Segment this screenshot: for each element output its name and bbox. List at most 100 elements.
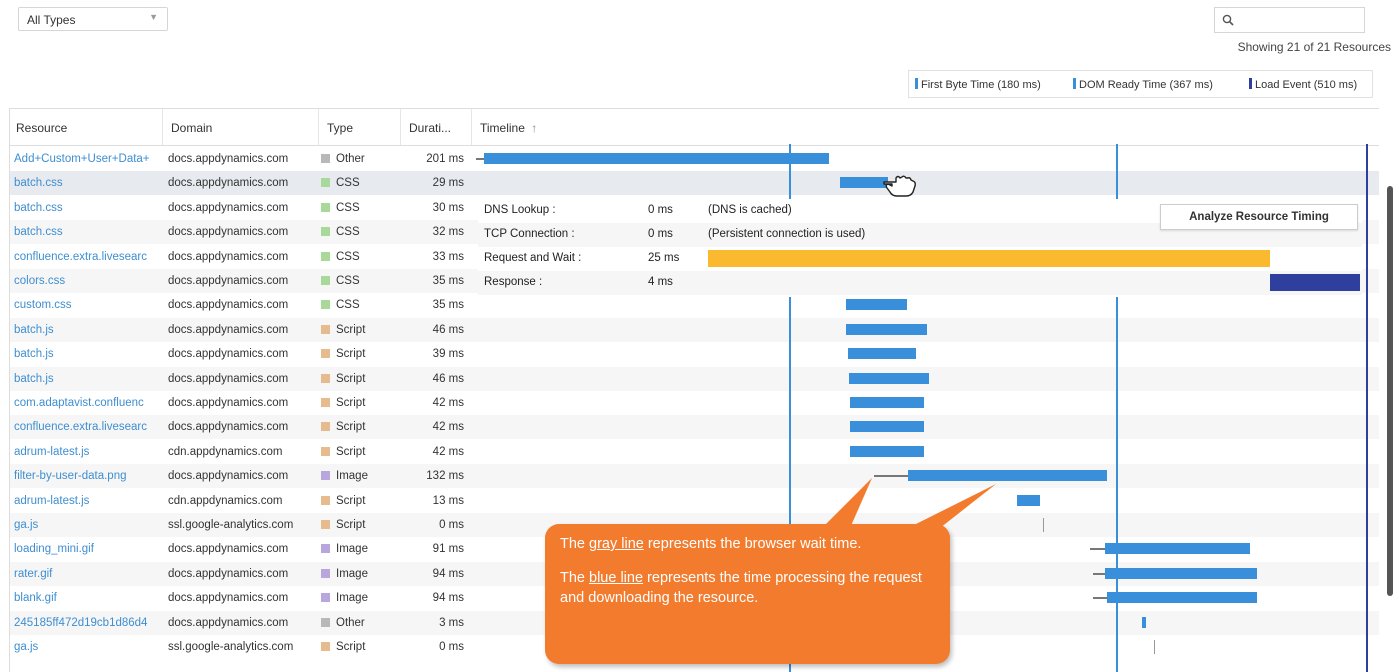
blue-line-link: blue line xyxy=(589,570,644,586)
table-row[interactable]: batch.js docs.appdynamics.com Script 39 ms xyxy=(10,342,1379,366)
type-cell: Script xyxy=(321,318,401,342)
column-header-domain[interactable]: Domain xyxy=(162,109,316,145)
column-header-timeline[interactable]: Timeline ↑ xyxy=(471,109,1379,145)
column-header-duration[interactable]: Durati... xyxy=(400,109,470,145)
analyze-resource-timing-button[interactable]: Analyze Resource Timing xyxy=(1160,204,1358,230)
resource-link[interactable]: batch.js xyxy=(14,342,164,366)
duration-cell: 0 ms xyxy=(439,519,464,531)
resource-link[interactable]: batch.js xyxy=(14,367,164,391)
timing-row-response: Response : 4 ms xyxy=(478,271,1362,295)
timing-label: Request and Wait : xyxy=(484,252,582,264)
legend-label: Load Event (510 ms) xyxy=(1255,79,1358,91)
duration-cell: 94 ms xyxy=(432,567,464,580)
timing-label: DNS Lookup : xyxy=(484,204,556,216)
type-label: Script xyxy=(336,445,366,458)
timeline-bar[interactable] xyxy=(846,323,927,335)
table-row[interactable]: batch.js docs.appdynamics.com Script 46 ms xyxy=(10,317,1379,342)
resource-link[interactable]: confluence.extra.livesearc xyxy=(14,245,164,269)
hand-pointer-icon xyxy=(883,175,916,197)
timeline-bar[interactable] xyxy=(1017,494,1040,506)
duration-cell: 46 ms xyxy=(432,372,464,385)
type-swatch xyxy=(321,276,330,285)
legend-swatch xyxy=(915,78,918,89)
resource-link[interactable]: 245185ff472d19cb1d86d4 xyxy=(14,611,164,635)
resource-link[interactable]: custom.css xyxy=(14,293,164,317)
request-wait-bar xyxy=(708,250,1270,267)
resource-link[interactable]: loading_mini.gif xyxy=(14,537,164,561)
resource-link[interactable]: batch.css xyxy=(14,196,164,220)
timeline-bar[interactable] xyxy=(848,348,916,360)
resource-link[interactable]: adrum-latest.js xyxy=(14,440,164,464)
type-cell: Image xyxy=(321,562,401,586)
type-label: Script xyxy=(336,421,366,434)
timeline-bar[interactable] xyxy=(840,177,888,189)
timeline-bar[interactable] xyxy=(1105,543,1250,555)
domain-cell: docs.appdynamics.com xyxy=(168,616,289,629)
table-row[interactable]: filter-by-user-data.png docs.appdynamics.… xyxy=(10,464,1379,489)
timeline-bar[interactable] xyxy=(850,445,924,457)
resource-link[interactable]: batch.css xyxy=(14,220,164,244)
resource-link[interactable]: filter-by-user-data.png xyxy=(14,464,164,488)
timeline-bar[interactable] xyxy=(1043,518,1044,532)
legend-swatch xyxy=(1249,78,1252,89)
type-cell: Script xyxy=(321,440,401,464)
type-cell: Image xyxy=(321,537,401,561)
timeline-bar[interactable] xyxy=(850,421,924,433)
resource-link[interactable]: batch.css xyxy=(14,171,164,195)
type-swatch xyxy=(321,593,330,603)
resource-link[interactable]: ga.js xyxy=(14,513,164,537)
domain-cell: ssl.google-analytics.com xyxy=(168,519,294,531)
duration-cell: 13 ms xyxy=(432,494,464,507)
domain-cell: docs.appdynamics.com xyxy=(168,397,289,409)
table-row[interactable]: adrum-latest.js cdn.appdynamics.com Script… xyxy=(10,440,1379,464)
resource-link[interactable]: colors.css xyxy=(14,269,164,293)
domain-cell: docs.appdynamics.com xyxy=(168,275,289,287)
type-swatch xyxy=(321,349,330,359)
timeline-bar[interactable] xyxy=(484,153,829,164)
domain-cell: docs.appdynamics.com xyxy=(168,372,289,385)
type-swatch xyxy=(321,520,330,529)
callout-blue-line-text: The blue line represents the time proces… xyxy=(560,570,922,606)
timing-value: 4 ms xyxy=(648,276,673,288)
type-label: Script xyxy=(336,641,366,653)
duration-cell: 35 ms xyxy=(432,275,464,287)
resource-link[interactable]: batch.js xyxy=(14,318,164,342)
resource-link[interactable]: confluence.extra.livesearc xyxy=(14,415,164,439)
search-input[interactable] xyxy=(1214,7,1365,33)
duration-cell: 42 ms xyxy=(432,397,464,409)
vertical-scrollbar[interactable] xyxy=(1387,186,1393,596)
column-header-type[interactable]: Type xyxy=(318,109,398,145)
timeline-bar[interactable] xyxy=(846,299,907,311)
timeline-bar[interactable] xyxy=(849,372,929,384)
legend-load-event: Load Event (510 ms) xyxy=(1249,78,1357,91)
type-filter-select[interactable]: All Types ▼ xyxy=(18,7,168,31)
type-cell: CSS xyxy=(321,171,401,195)
type-swatch xyxy=(321,446,330,456)
legend-dom-ready: DOM Ready Time (367 ms) xyxy=(1073,78,1213,91)
timeline-bar[interactable] xyxy=(1142,616,1146,628)
legend-label: DOM Ready Time (367 ms) xyxy=(1079,79,1213,91)
type-swatch xyxy=(321,178,330,188)
type-swatch xyxy=(321,422,330,432)
timing-note: (Persistent connection is used) xyxy=(708,228,866,240)
timeline-bar[interactable] xyxy=(908,470,1107,482)
table-header: Resource Domain Type Durati... Timeline … xyxy=(10,109,1379,146)
resource-link[interactable]: adrum-latest.js xyxy=(14,489,164,513)
table-row[interactable]: com.adaptavist.confluenc docs.appdynamics… xyxy=(10,391,1379,415)
type-cell: CSS xyxy=(321,293,401,317)
timeline-bar[interactable] xyxy=(850,397,924,408)
timeline-bar[interactable] xyxy=(1154,640,1155,654)
resource-link[interactable]: com.adaptavist.confluenc xyxy=(14,391,164,415)
table-row[interactable]: adrum-latest.js cdn.appdynamics.com Script… xyxy=(10,489,1379,513)
resource-link[interactable]: rater.gif xyxy=(14,562,164,586)
table-row[interactable]: Add+Custom+User+Data+ docs.appdynamics.co… xyxy=(10,147,1379,171)
table-row[interactable]: confluence.extra.livesearc docs.appdynami… xyxy=(10,415,1379,440)
table-row[interactable]: batch.css docs.appdynamics.com CSS 29 ms xyxy=(10,171,1379,196)
timeline-bar[interactable] xyxy=(1105,567,1257,579)
table-row[interactable]: batch.js docs.appdynamics.com Script 46 ms xyxy=(10,366,1379,391)
resource-link[interactable]: Add+Custom+User+Data+ xyxy=(14,147,164,171)
column-header-resource[interactable]: Resource xyxy=(10,109,160,145)
resource-link[interactable]: blank.gif xyxy=(14,586,164,610)
resource-link[interactable]: ga.js xyxy=(14,635,164,659)
timeline-bar[interactable] xyxy=(1107,592,1257,604)
